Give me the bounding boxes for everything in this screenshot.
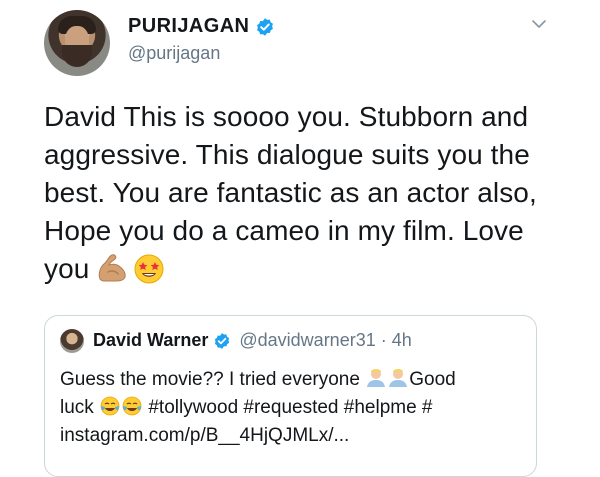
quoted-tweet-card[interactable]: David Warner @davidwarner31 · 4h Guess t…	[44, 315, 537, 477]
quoted-text-part2: Good	[409, 369, 456, 390]
flexed-biceps-icon	[99, 254, 127, 282]
author-name-row[interactable]: PURIJAGAN	[128, 15, 275, 38]
quoted-tweet-header: David Warner @davidwarner31 · 4h	[93, 330, 412, 351]
tears-of-joy-icon	[122, 396, 142, 416]
verified-badge-icon	[215, 332, 230, 349]
quoted-tweet-text: Guess the movie?? I tried everyone Good …	[60, 366, 525, 450]
quoted-author-avatar[interactable]	[60, 329, 84, 353]
man-shrugging-icon	[389, 369, 408, 387]
quoted-author-name[interactable]: David Warner	[93, 330, 208, 351]
verified-badge-icon	[257, 17, 274, 36]
chevron-down-icon[interactable]	[530, 15, 548, 33]
quoted-hashtags[interactable]: #tollywood #requested #helpme #	[148, 397, 432, 418]
author-handle[interactable]: @purijagan	[128, 43, 220, 64]
tears-of-joy-icon	[100, 396, 120, 416]
quoted-text-part3: luck	[60, 397, 94, 418]
quoted-author-handle-time[interactable]: @davidwarner31 · 4h	[239, 330, 411, 351]
author-avatar[interactable]	[44, 10, 110, 76]
quoted-text-part1: Guess the movie?? I tried everyone	[60, 369, 360, 390]
star-struck-icon	[134, 254, 164, 284]
tweet-text: David This is soooo you. Stubborn and ag…	[44, 98, 564, 288]
man-shrugging-icon	[367, 369, 386, 387]
quoted-link[interactable]: instagram.com/p/B__4HjQJMLx/...	[60, 425, 349, 446]
author-display-name[interactable]: PURIJAGAN	[128, 15, 249, 38]
